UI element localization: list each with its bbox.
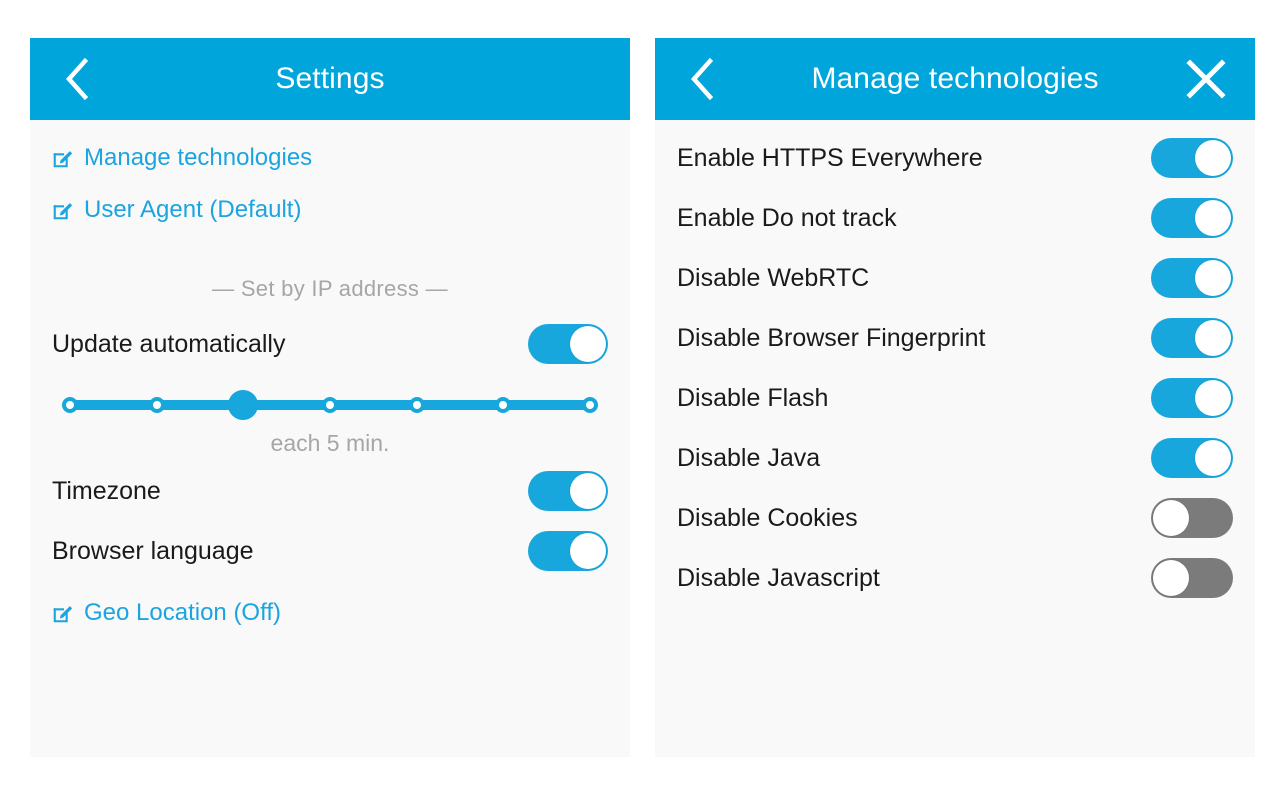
toggle-timezone[interactable]	[528, 471, 608, 511]
row-disable-javascript: Disable Javascript	[677, 548, 1233, 608]
settings-panel: Settings Manage technologies User Agent …	[30, 38, 630, 757]
row-label: Disable Javascript	[677, 563, 880, 592]
edit-icon	[52, 602, 74, 624]
slider-stop-4[interactable]	[408, 397, 425, 413]
row-label: Disable Cookies	[677, 503, 858, 532]
row-enable-do-not-track: Enable Do not track	[677, 188, 1233, 248]
toggle-knob	[1153, 500, 1189, 536]
row-disable-java: Disable Java	[677, 428, 1233, 488]
link-label: Geo Location (Off)	[84, 599, 281, 626]
slider-stop-0[interactable]	[62, 397, 78, 413]
settings-body: Manage technologies User Agent (Default)…	[30, 132, 630, 639]
slider-stop-5[interactable]	[495, 397, 512, 413]
toggle-knob	[1195, 140, 1231, 176]
technologies-body: Enable HTTPS Everywhere Enable Do not tr…	[655, 128, 1255, 608]
link-user-agent[interactable]: User Agent (Default)	[52, 184, 608, 236]
toggle-disable-javascript[interactable]	[1151, 558, 1233, 598]
slider-caption: each 5 min.	[270, 430, 390, 456]
update-interval-slider[interactable]	[60, 388, 600, 422]
section-divider-label: — Set by IP address —	[212, 276, 448, 301]
row-enable-https-everywhere: Enable HTTPS Everywhere	[677, 128, 1233, 188]
slider-stop-6[interactable]	[582, 397, 598, 413]
row-label: Disable Browser Fingerprint	[677, 323, 986, 352]
chevron-left-icon	[62, 57, 92, 101]
toggle-disable-flash[interactable]	[1151, 378, 1233, 418]
toggle-enable-do-not-track[interactable]	[1151, 198, 1233, 238]
slider-stop-3[interactable]	[322, 397, 338, 413]
toggle-knob	[1195, 260, 1231, 296]
link-manage-technologies[interactable]: Manage technologies	[52, 132, 608, 184]
row-label: Update automatically	[52, 329, 286, 358]
row-label: Enable Do not track	[677, 203, 897, 232]
page-title: Settings	[275, 62, 385, 95]
row-disable-browser-fingerprint: Disable Browser Fingerprint	[677, 308, 1233, 368]
close-icon	[1184, 57, 1228, 101]
toggle-browser-language[interactable]	[528, 531, 608, 571]
row-disable-cookies: Disable Cookies	[677, 488, 1233, 548]
settings-titlebar: Settings	[30, 38, 630, 120]
slider-stop-1[interactable]	[148, 397, 165, 413]
row-label: Disable Java	[677, 443, 821, 472]
edit-icon	[52, 199, 74, 221]
edit-icon	[52, 147, 74, 169]
screenshot-root: Settings Manage technologies User Agent …	[0, 0, 1280, 800]
toggle-disable-cookies[interactable]	[1151, 498, 1233, 538]
toggle-knob	[1195, 320, 1231, 356]
back-button[interactable]	[673, 50, 731, 108]
toggle-knob	[570, 533, 606, 569]
link-geo-location[interactable]: Geo Location (Off)	[52, 587, 608, 639]
row-label: Browser language	[52, 536, 254, 565]
technologies-titlebar: Manage technologies	[655, 38, 1255, 120]
manage-technologies-panel: Manage technologies Enable HTTPS Everywh…	[655, 38, 1255, 757]
slider-stop-2[interactable]	[228, 390, 259, 420]
row-disable-flash: Disable Flash	[677, 368, 1233, 428]
chevron-left-icon	[687, 57, 717, 101]
toggle-enable-https-everywhere[interactable]	[1151, 138, 1233, 178]
toggle-disable-java[interactable]	[1151, 438, 1233, 478]
toggle-knob	[1195, 200, 1231, 236]
link-label: Manage technologies	[84, 144, 313, 171]
row-label: Disable WebRTC	[677, 263, 870, 292]
row-browser-language: Browser language	[52, 521, 608, 581]
row-label: Timezone	[52, 476, 161, 505]
toggle-knob	[1153, 560, 1189, 596]
toggle-update-automatically[interactable]	[528, 324, 608, 364]
row-timezone: Timezone	[52, 461, 608, 521]
row-label: Enable HTTPS Everywhere	[677, 143, 983, 172]
row-update-automatically: Update automatically	[52, 314, 608, 374]
link-label: User Agent (Default)	[84, 196, 302, 223]
toggle-disable-webrtc[interactable]	[1151, 258, 1233, 298]
toggle-knob	[570, 473, 606, 509]
toggle-knob	[1195, 440, 1231, 476]
toggle-knob	[570, 326, 606, 362]
page-title: Manage technologies	[811, 62, 1099, 95]
back-button[interactable]	[48, 50, 106, 108]
update-interval-slider-wrap: each 5 min.	[52, 374, 608, 457]
toggle-disable-browser-fingerprint[interactable]	[1151, 318, 1233, 358]
row-label: Disable Flash	[677, 383, 829, 412]
close-button[interactable]	[1177, 50, 1235, 108]
row-disable-webrtc: Disable WebRTC	[677, 248, 1233, 308]
toggle-knob	[1195, 380, 1231, 416]
